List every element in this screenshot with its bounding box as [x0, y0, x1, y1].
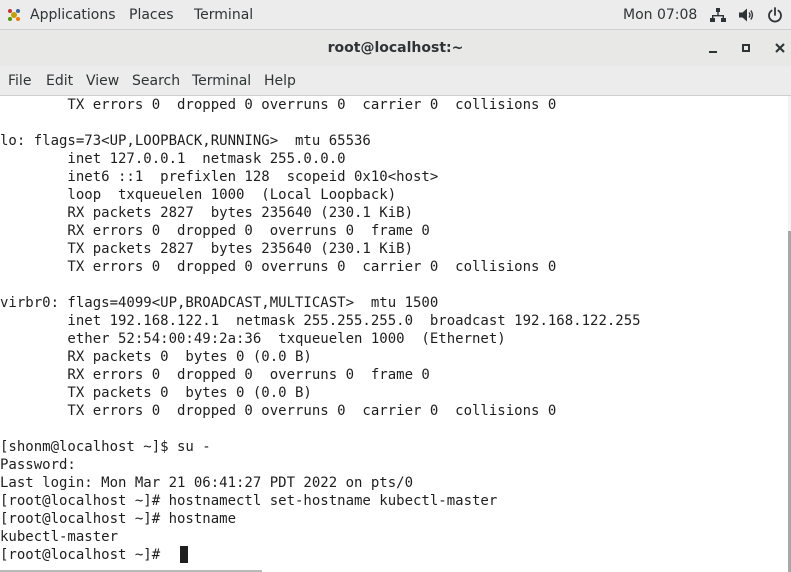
terminal-line: RX errors 0 dropped 0 overruns 0 frame 0 [0, 367, 430, 383]
terminal-app-menu[interactable]: Terminal [194, 0, 253, 30]
terminal-line: [root@localhost ~]# hostname [0, 511, 237, 527]
menu-view[interactable]: View [86, 66, 119, 96]
terminal-line: inet 192.168.122.1 netmask 255.255.255.0… [0, 313, 641, 329]
terminal-line: TX packets 0 bytes 0 (0.0 B) [0, 385, 312, 401]
terminal-output[interactable]: TX errors 0 dropped 0 overruns 0 carrier… [0, 96, 791, 572]
menu-help[interactable]: Help [264, 66, 296, 96]
terminal-cursor [180, 546, 188, 563]
minimize-icon[interactable] [705, 40, 721, 56]
terminal-line: Password: [0, 457, 76, 473]
maximize-icon[interactable] [738, 40, 754, 56]
terminal-line: inet6 ::1 prefixlen 128 scopeid 0x10<hos… [0, 169, 439, 185]
window-title: root@localhost:~ [327, 40, 464, 56]
volume-icon[interactable] [738, 7, 754, 23]
terminal-line: ether 52:54:00:49:2a:36 txqueuelen 1000 … [0, 331, 506, 347]
top-bar: Applications Places Terminal Mon 07:08 [0, 0, 791, 30]
power-icon[interactable] [767, 7, 783, 23]
terminal-line: [root@localhost ~]# hostnamectl set-host… [0, 493, 498, 509]
terminal-line: RX packets 0 bytes 0 (0.0 B) [0, 349, 312, 365]
terminal-line: RX errors 0 dropped 0 overruns 0 frame 0 [0, 223, 430, 239]
menu-file[interactable]: File [8, 66, 31, 96]
applications-menu[interactable]: Applications [30, 0, 116, 30]
terminal-line: TX packets 2827 bytes 235640 (230.1 KiB) [0, 241, 414, 257]
network-icon[interactable] [710, 7, 726, 23]
menu-edit[interactable]: Edit [46, 66, 73, 96]
terminal-line: inet 127.0.0.1 netmask 255.0.0.0 [0, 151, 346, 167]
terminal-line: lo: flags=73<UP,LOOPBACK,RUNNING> mtu 65… [0, 133, 371, 149]
terminal-line: RX packets 2827 bytes 235640 (230.1 KiB) [0, 205, 414, 221]
terminal-line: TX errors 0 dropped 0 overruns 0 carrier… [0, 259, 557, 275]
terminal-line: [shonm@localhost ~]$ su - [0, 439, 211, 455]
terminal-line: loop txqueuelen 1000 (Local Loopback) [0, 187, 397, 203]
window-titlebar[interactable]: root@localhost:~ [0, 30, 791, 66]
terminal-prompt-line: [root@localhost ~]# [0, 547, 169, 563]
terminal-line: Last login: Mon Mar 21 06:41:27 PDT 2022… [0, 475, 414, 491]
terminal-line: kubectl-master [0, 529, 119, 545]
menu-bar: File Edit View Search Terminal Help [0, 66, 791, 96]
clock[interactable]: Mon 07:08 [623, 0, 697, 30]
places-menu[interactable]: Places [129, 0, 174, 30]
menu-terminal[interactable]: Terminal [192, 66, 251, 96]
terminal-line: TX errors 0 dropped 0 overruns 0 carrier… [0, 403, 557, 419]
close-icon[interactable] [772, 40, 788, 56]
applications-icon [8, 9, 20, 21]
terminal-line: TX errors 0 dropped 0 overruns 0 carrier… [0, 97, 557, 113]
menu-search[interactable]: Search [132, 66, 180, 96]
terminal-line: virbr0: flags=4099<UP,BROADCAST,MULTICAS… [0, 295, 439, 311]
